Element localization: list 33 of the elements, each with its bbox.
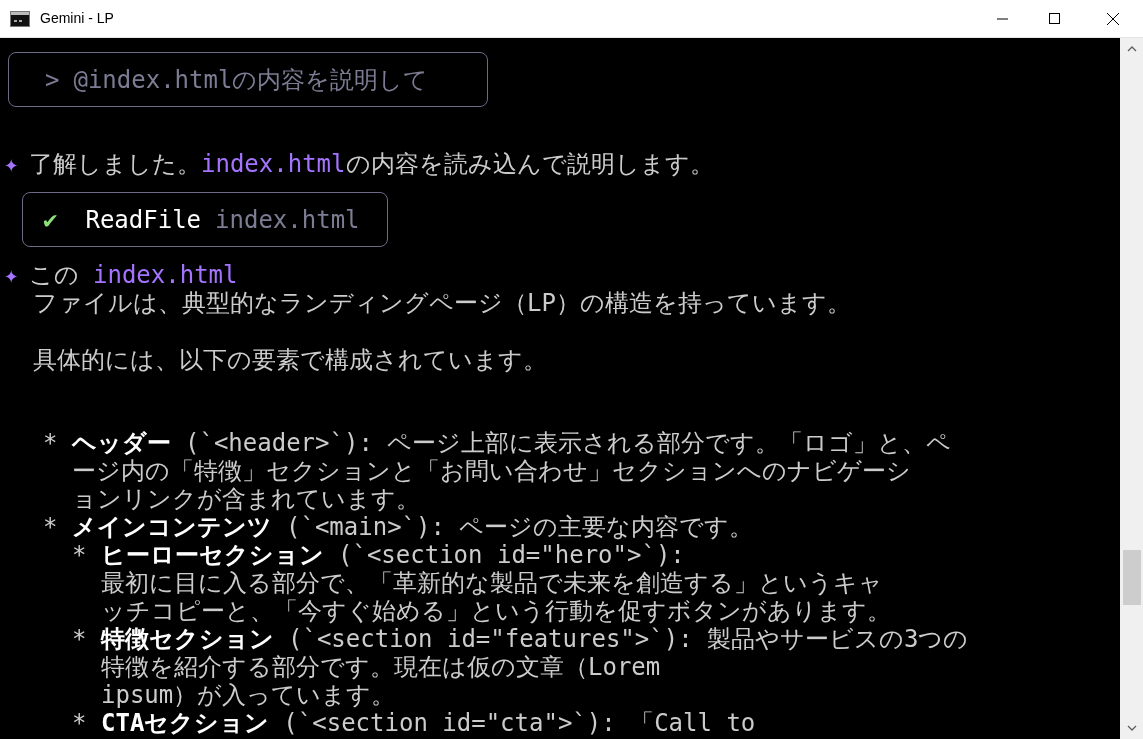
list-item-text: 特徴セクション (`<section id="features">`): 製品やサービスの3つの 特徴を紹介する部分です。現在は仮の文章（Lorem ipsum）が入っています。 [101, 625, 969, 709]
list-item-text: ヘッダー (`<header>`): ページ上部に表示される部分です。「ロゴ」と、ペ ージ内の「特徴」セクションと「お問い合わせ」セクションへのナビゲーシ ョンリンクが含まれています。 [72, 429, 952, 513]
list-item-text: CTAセクション (`<section id="cta">`): 「Call to [101, 709, 756, 737]
bullet-marker: * [43, 513, 59, 541]
tool-name: ReadFile [85, 205, 202, 234]
maximize-icon [1048, 13, 1060, 24]
file-name: index.html [201, 150, 346, 178]
console-icon [10, 10, 30, 27]
bullet-marker: * [72, 625, 88, 653]
check-icon: ✔ [43, 205, 58, 234]
window-title: Gemini - LP [40, 9, 114, 28]
bullet-marker: * [72, 709, 88, 737]
message-text: 了解しました。 [29, 150, 201, 178]
bullet-marker: * [43, 429, 59, 457]
prompt-marker: > [45, 65, 60, 94]
list-item-text: ヒーローセクション (`<section id="hero">`): 最初に目に入る部分で、「革新的な製品で未来を創造する」というキャ ッチコピーと、「今すぐ始める」という行動を促すボタンがあります。 [101, 541, 891, 625]
message-text: この [29, 261, 79, 289]
prompt-text: @index.htmlの内容を説明して [73, 65, 429, 94]
scroll-down-icon[interactable] [1126, 725, 1137, 731]
message-text: 具体的には、以下の要素で構成されています。 [33, 346, 547, 374]
sparkle-icon: ✦ [4, 261, 29, 289]
minimize-icon [996, 17, 1008, 20]
bullet-marker: * [72, 541, 88, 569]
file-name: index.html [93, 261, 238, 289]
message-text: の内容を読み込んで説明します。 [345, 150, 714, 178]
scroll-up-icon[interactable] [1126, 46, 1137, 52]
close-icon [1107, 12, 1119, 25]
scrollbar-thumb[interactable] [1122, 550, 1141, 605]
message-text: ファイルは、典型的なランディングページ（LP）の構造を持っています。 [33, 289, 851, 317]
tool-argument: index.html [215, 205, 360, 234]
scrollbar[interactable] [1120, 38, 1143, 739]
sparkle-icon: ✦ [4, 150, 29, 178]
list-item-text: メインコンテンツ (`<main>`): ページの主要な内容です。 [72, 513, 754, 541]
